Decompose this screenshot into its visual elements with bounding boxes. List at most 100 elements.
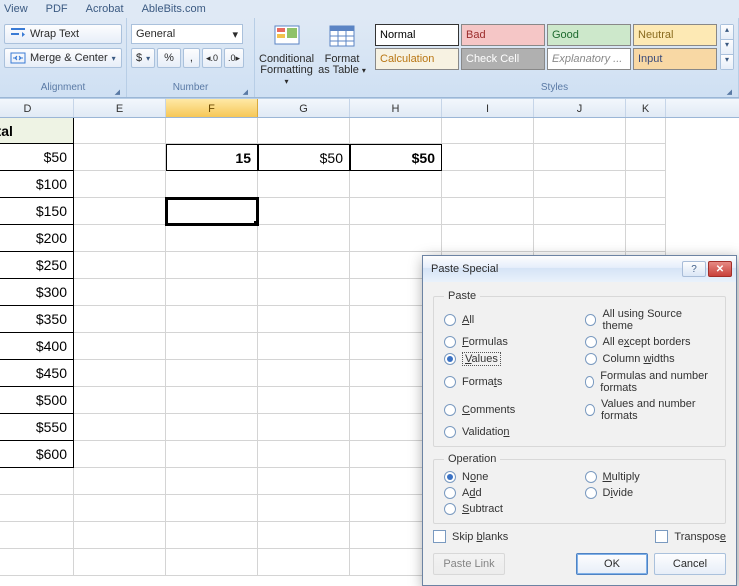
cell[interactable] [166,495,258,522]
radio-none[interactable]: None [444,471,575,483]
radio-subtract[interactable]: Subtract [444,503,575,515]
ok-button[interactable]: OK [576,553,648,575]
radio-multiply[interactable]: Multiply [585,471,716,483]
cell[interactable] [74,306,166,333]
scroll-down-icon[interactable]: ▾ [721,40,733,55]
cell[interactable] [166,387,258,414]
cell[interactable]: $200 [0,225,74,252]
cell[interactable] [74,144,166,171]
radio-formats[interactable]: Formats [444,370,575,394]
col-header-J[interactable]: J [534,99,626,117]
radio-add[interactable]: Add [444,487,575,499]
col-header-K[interactable]: K [626,99,666,117]
cell[interactable] [534,144,626,171]
cell[interactable] [166,198,258,225]
cell[interactable]: $600 [0,441,74,468]
radio-formulas[interactable]: Formulas [444,336,575,348]
cell[interactable] [74,468,166,495]
menu-ablebits[interactable]: AbleBits.com [142,3,206,15]
cell[interactable] [74,171,166,198]
cell[interactable] [74,252,166,279]
style-gallery-scroll[interactable]: ▴ ▾ ▾ [720,24,734,70]
cell[interactable] [626,198,666,225]
cell[interactable] [166,549,258,576]
cell[interactable] [74,549,166,576]
radio-comments[interactable]: Comments [444,398,575,422]
col-header-H[interactable]: H [350,99,442,117]
cell[interactable] [74,441,166,468]
cell[interactable] [258,118,350,144]
radio-all[interactable]: All [444,308,575,332]
decrease-decimal-button[interactable]: .0▸ [224,48,244,68]
cell[interactable] [74,225,166,252]
scroll-more-icon[interactable]: ▾ [721,55,733,69]
dialog-titlebar[interactable]: Paste Special ? ✕ [423,256,736,282]
format-as-table-button[interactable]: Formatas Table ▾ [317,20,367,76]
conditional-formatting-button[interactable]: ConditionalFormatting ▾ [259,20,314,87]
cell[interactable] [258,468,350,495]
radio-validation[interactable]: Validation [444,426,575,438]
cell[interactable]: $150 [0,198,74,225]
cell[interactable]: $250 [0,252,74,279]
cell[interactable] [626,144,666,171]
cell[interactable] [258,414,350,441]
cell[interactable] [166,522,258,549]
cell[interactable] [74,360,166,387]
style-good[interactable]: Good [547,24,631,46]
cell[interactable] [166,171,258,198]
cell[interactable]: $300 [0,279,74,306]
radio-values[interactable]: Values [444,352,575,366]
cell[interactable] [350,171,442,198]
radio-all-theme[interactable]: All using Source theme [585,308,716,332]
cell[interactable] [534,225,626,252]
style-explanatory[interactable]: Explanatory ... [547,48,631,70]
cell[interactable] [534,118,626,144]
cell[interactable] [74,495,166,522]
radio-all-except[interactable]: All except borders [585,336,716,348]
cell[interactable] [74,522,166,549]
cell[interactable] [74,198,166,225]
col-header-I[interactable]: I [442,99,534,117]
cell[interactable]: $500 [0,387,74,414]
cell[interactable] [0,468,74,495]
cell[interactable] [258,441,350,468]
cell[interactable] [258,549,350,576]
cell[interactable] [166,441,258,468]
cell[interactable] [350,198,442,225]
merge-center-button[interactable]: Merge & Center ▾ [4,48,122,68]
cell[interactable] [74,333,166,360]
style-calculation[interactable]: Calculation [375,48,459,70]
skip-blanks-checkbox[interactable] [433,530,446,543]
cell[interactable]: $100 [0,171,74,198]
cell[interactable] [258,387,350,414]
radio-values-num[interactable]: Values and number formats [585,398,716,422]
cell[interactable] [0,495,74,522]
cell[interactable]: otal [0,118,74,144]
cell[interactable]: $50 [0,144,74,171]
cell[interactable]: $550 [0,414,74,441]
help-button[interactable]: ? [682,261,706,277]
cell[interactable]: $50 [258,144,350,171]
cell[interactable] [0,549,74,576]
cell[interactable] [534,171,626,198]
cell[interactable] [442,171,534,198]
cell[interactable] [258,225,350,252]
comma-button[interactable]: , [183,48,200,68]
col-header-E[interactable]: E [74,99,166,117]
cell[interactable] [74,279,166,306]
cell[interactable] [74,387,166,414]
cell[interactable] [626,225,666,252]
cell[interactable] [166,252,258,279]
menu-acrobat[interactable]: Acrobat [86,3,124,15]
cell[interactable] [258,333,350,360]
percent-button[interactable]: % [157,48,181,68]
currency-button[interactable]: $▾ [131,48,155,68]
menu-view[interactable]: View [4,3,28,15]
cell[interactable]: $450 [0,360,74,387]
col-header-D[interactable]: D [0,99,74,117]
cell[interactable] [74,118,166,144]
cell[interactable] [166,118,258,144]
style-input[interactable]: Input [633,48,717,70]
radio-formulas-num[interactable]: Formulas and number formats [585,370,716,394]
cell[interactable]: $50 [350,144,442,171]
